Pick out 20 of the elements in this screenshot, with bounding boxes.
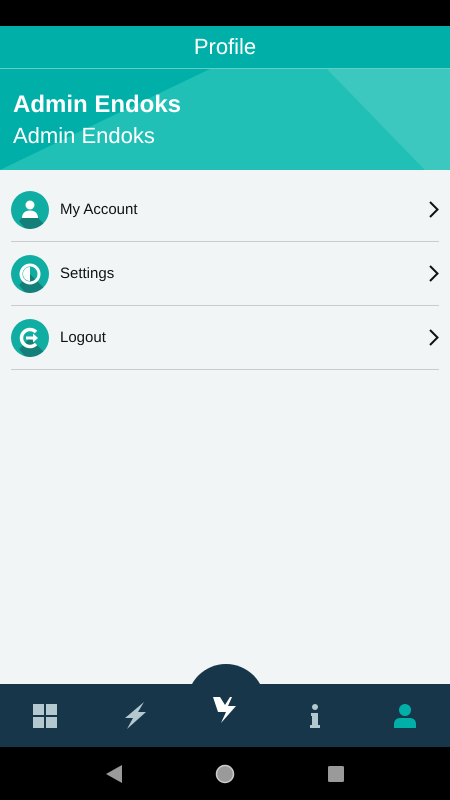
chevron-icon [429,265,439,282]
chevron-icon [429,201,439,218]
crossed-lightning-icon [211,694,239,724]
grid-icon [33,704,57,728]
recents-icon[interactable] [328,766,344,782]
back-icon[interactable] [106,764,122,782]
lightning-icon [123,702,147,729]
logout-icon [11,318,49,356]
menu-item[interactable]: Logout [11,306,439,370]
profile-subtitle: Admin Endoks [13,122,156,148]
home-icon[interactable] [214,764,235,784]
settings-icon [11,254,49,292]
page-title: Profile [194,34,256,60]
account-icon [11,190,49,228]
person-icon [394,704,416,728]
profile-name: Admin Endoks [13,90,182,118]
menu-item[interactable]: My Account [11,178,439,242]
menu-item[interactable]: Settings [11,242,439,306]
chevron-icon [429,329,439,346]
info-icon [310,704,320,728]
